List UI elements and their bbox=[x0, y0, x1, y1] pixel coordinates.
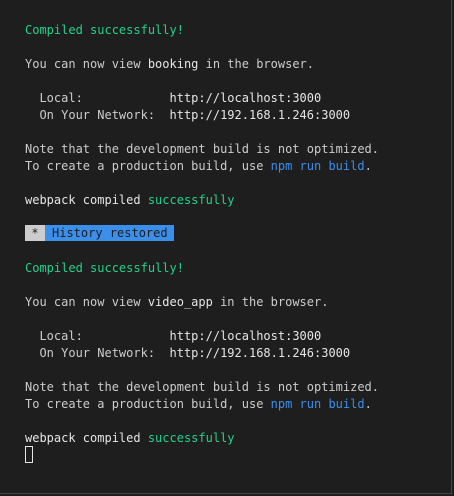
compiled-message: Compiled successfully! bbox=[25, 261, 184, 275]
local-url-link[interactable]: http://localhost:3000 bbox=[170, 91, 322, 105]
npm-build-command: npm run build bbox=[270, 159, 365, 173]
app-name: booking bbox=[147, 57, 199, 71]
view-suffix: in the browser. bbox=[198, 57, 314, 71]
network-label: On Your Network: bbox=[25, 108, 170, 122]
prod-prefix: To create a production build, use bbox=[25, 397, 271, 411]
history-star-icon: * bbox=[25, 225, 45, 241]
npm-build-command: npm run build bbox=[270, 397, 365, 411]
network-url-line: On Your Network: http://192.168.1.246:30… bbox=[25, 107, 350, 124]
dev-build-note: Note that the development build is not o… bbox=[25, 380, 380, 394]
production-build-hint: To create a production build, use npm ru… bbox=[25, 158, 372, 175]
network-url-line: On Your Network: http://192.168.1.246:30… bbox=[25, 345, 350, 362]
app-name: video_app bbox=[147, 295, 213, 309]
webpack-status: successfully bbox=[147, 193, 235, 207]
view-prefix: You can now view bbox=[25, 57, 148, 71]
webpack-status-line: webpack compiled successfully bbox=[25, 192, 235, 209]
prod-prefix: To create a production build, use bbox=[25, 159, 271, 173]
network-url-link[interactable]: http://192.168.1.246:3000 bbox=[170, 346, 351, 360]
webpack-status: successfully bbox=[147, 431, 235, 445]
webpack-prefix: webpack compiled bbox=[25, 193, 148, 207]
webpack-prefix: webpack compiled bbox=[25, 431, 148, 445]
production-build-hint: To create a production build, use npm ru… bbox=[25, 396, 372, 413]
view-suffix: in the browser. bbox=[212, 295, 329, 309]
view-app-line: You can now view video_app in the browse… bbox=[25, 294, 328, 311]
local-url-line: Local: http://localhost:3000 bbox=[25, 328, 321, 345]
network-label: On Your Network: bbox=[25, 346, 170, 360]
local-url-link[interactable]: http://localhost:3000 bbox=[170, 329, 322, 343]
prod-suffix: . bbox=[364, 159, 372, 173]
network-url-link[interactable]: http://192.168.1.246:3000 bbox=[170, 108, 351, 122]
compiled-message: Compiled successfully! bbox=[25, 23, 184, 37]
terminal-cursor bbox=[25, 446, 33, 463]
prod-suffix: . bbox=[364, 397, 372, 411]
view-app-line: You can now view booking in the browser. bbox=[25, 56, 314, 73]
history-restored-label: History restored bbox=[45, 225, 174, 241]
view-prefix: You can now view bbox=[25, 295, 148, 309]
webpack-status-line: webpack compiled successfully bbox=[25, 430, 235, 447]
local-label: Local: bbox=[25, 329, 170, 343]
local-url-line: Local: http://localhost:3000 bbox=[25, 90, 321, 107]
terminal-panel[interactable]: Compiled successfully! You can now view … bbox=[0, 0, 452, 494]
dev-build-note: Note that the development build is not o… bbox=[25, 142, 380, 156]
local-label: Local: bbox=[25, 91, 170, 105]
history-restored-banner: * History restored bbox=[25, 225, 174, 241]
